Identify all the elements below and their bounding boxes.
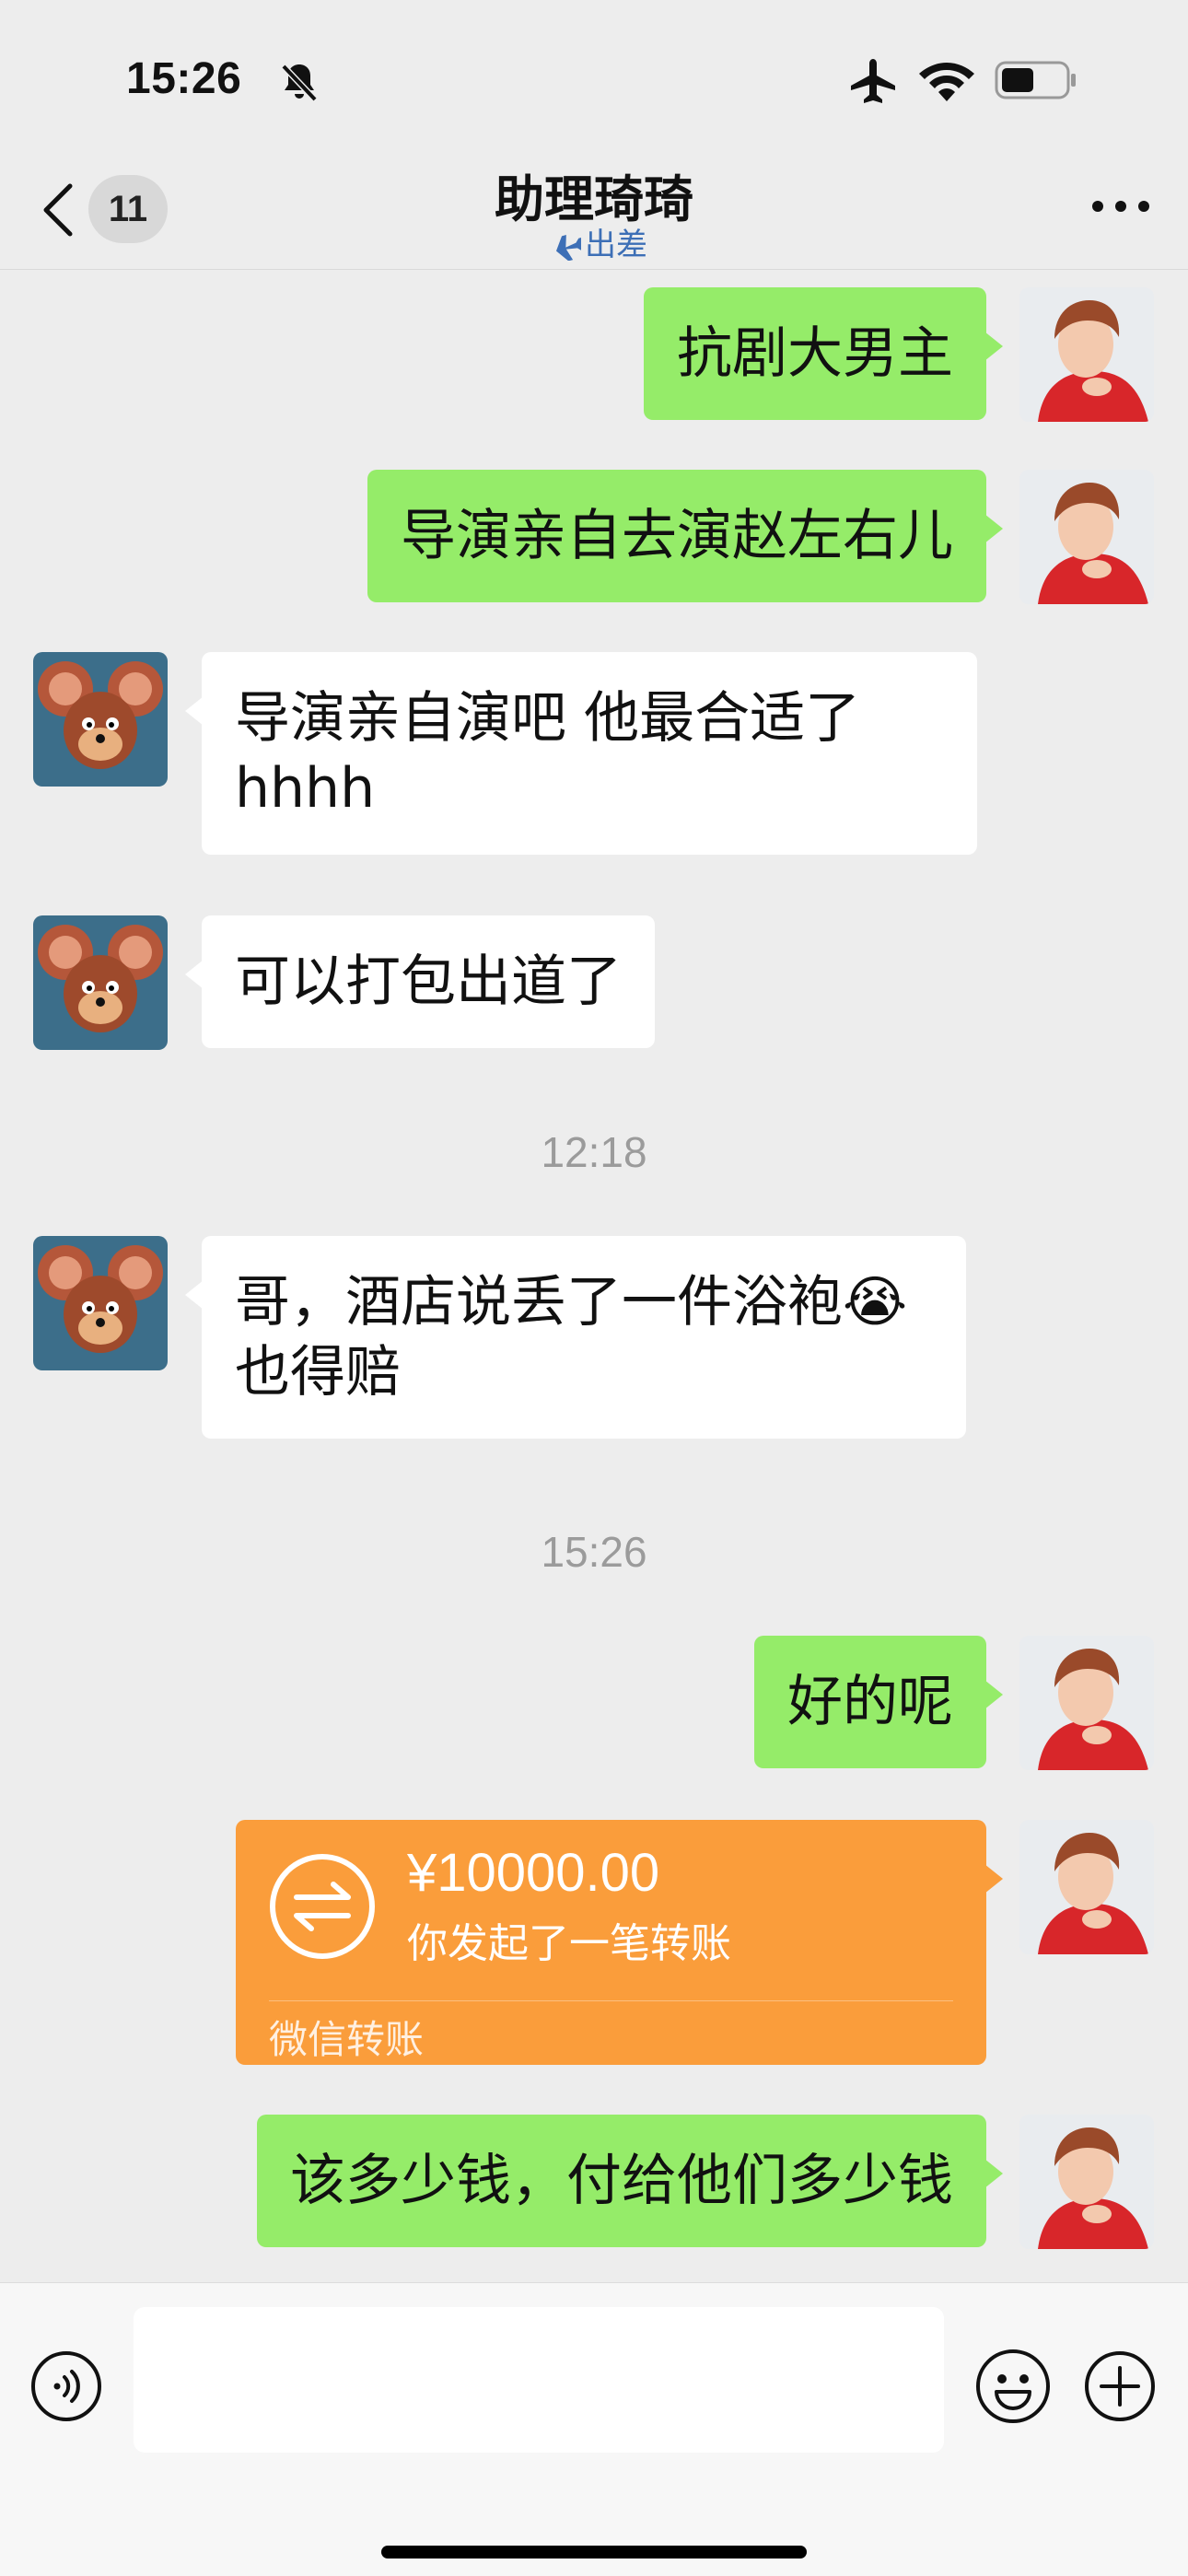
transfer-description: 你发起了一笔转账 bbox=[407, 1920, 731, 1967]
input-bar bbox=[0, 2282, 1188, 2576]
avatar[interactable] bbox=[1019, 1636, 1154, 1770]
message-bubble[interactable]: 导演亲自去演赵左右儿 bbox=[367, 470, 1003, 602]
battery-icon bbox=[995, 61, 1076, 99]
home-indicator[interactable] bbox=[381, 2546, 807, 2559]
contact-avatar-image bbox=[33, 1236, 168, 1370]
plus-icon[interactable] bbox=[1083, 2349, 1157, 2423]
chat-header: 11 助理琦琦 出差 bbox=[0, 147, 1188, 270]
message-timestamp: 12:18 bbox=[541, 1128, 647, 1176]
message-bubble[interactable]: 可以打包出道了 bbox=[185, 915, 655, 1048]
avatar[interactable] bbox=[1019, 470, 1154, 604]
avatar[interactable] bbox=[33, 915, 168, 1050]
user-avatar-image bbox=[1019, 470, 1154, 604]
contact-avatar-image bbox=[33, 652, 168, 787]
wifi-icon bbox=[919, 63, 974, 101]
message-timestamp: 15:26 bbox=[541, 1528, 647, 1576]
message-bubble[interactable]: 抗剧大男主 bbox=[644, 287, 1003, 420]
avatar[interactable] bbox=[33, 652, 168, 787]
airplane-icon bbox=[851, 59, 895, 103]
message-bubble[interactable]: 好的呢 bbox=[754, 1636, 1003, 1768]
contact-avatar-image bbox=[33, 915, 168, 1050]
status-bar: 15:26 bbox=[0, 0, 1188, 147]
message-bubble[interactable]: 导演亲自演吧 他最合适了hhhh bbox=[185, 652, 977, 855]
transfer-icon bbox=[270, 1854, 375, 1959]
avatar[interactable] bbox=[33, 1236, 168, 1370]
message-input[interactable] bbox=[134, 2307, 944, 2453]
user-avatar-image bbox=[1019, 2115, 1154, 2249]
user-avatar-image bbox=[1019, 287, 1154, 422]
transfer-amount: ¥10000.00 bbox=[407, 1843, 660, 1903]
emoji-icon[interactable] bbox=[974, 2348, 1052, 2425]
avatar[interactable] bbox=[1019, 1820, 1154, 1954]
transfer-card[interactable]: ¥10000.00 你发起了一笔转账 微信转账 bbox=[236, 1820, 1003, 2065]
transfer-footer: 微信转账 bbox=[269, 2017, 425, 2062]
chat-status: 出差 bbox=[0, 219, 1188, 264]
voice-icon[interactable] bbox=[29, 2349, 103, 2423]
more-icon[interactable] bbox=[1089, 188, 1153, 225]
plane-status-icon bbox=[543, 234, 581, 261]
bell-slash-icon bbox=[281, 64, 318, 102]
avatar[interactable] bbox=[1019, 287, 1154, 422]
status-time: 15:26 bbox=[126, 54, 242, 103]
transfer-divider bbox=[269, 2000, 953, 2001]
user-avatar-image bbox=[1019, 1820, 1154, 1954]
message-bubble[interactable]: 该多少钱，付给他们多少钱 bbox=[257, 2115, 1003, 2247]
avatar[interactable] bbox=[1019, 2115, 1154, 2249]
user-avatar-image bbox=[1019, 1636, 1154, 1770]
chat-status-text: 出差 bbox=[585, 227, 647, 263]
message-bubble[interactable]: 哥，酒店说丢了一件浴袍😭也得赔 bbox=[185, 1236, 966, 1439]
